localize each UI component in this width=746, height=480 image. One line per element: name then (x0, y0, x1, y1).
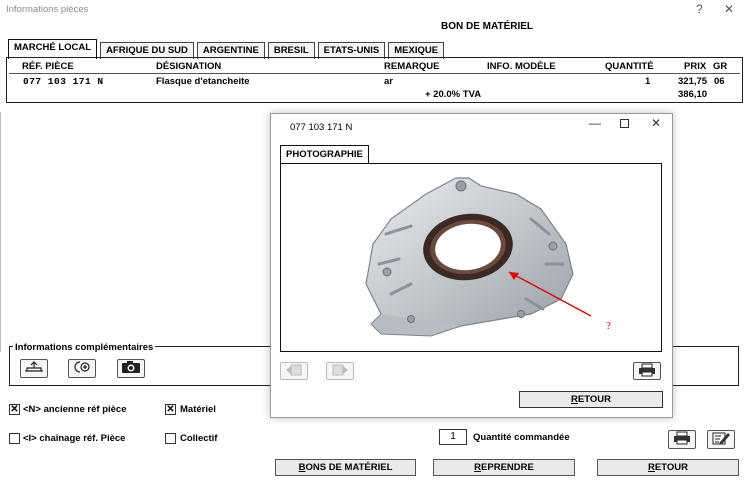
scale-button[interactable] (20, 359, 48, 378)
row-remarque: ar (384, 76, 393, 87)
close-button[interactable]: ✕ (724, 2, 734, 16)
col-designation-header: DÉSIGNATION (156, 61, 222, 72)
print-bon-button[interactable] (668, 430, 696, 449)
previous-photo-button[interactable] (280, 362, 308, 380)
annotation-question-mark: ? (606, 320, 611, 332)
ancienne-ref-label: <N> ancienne réf pièce (23, 404, 127, 415)
chainage-ref-checkbox[interactable] (9, 433, 20, 444)
print-photo-button[interactable] (633, 362, 661, 380)
left-divider (0, 112, 1, 352)
tva-total: 386,10 (678, 89, 708, 100)
materiel-label: Matériel (180, 404, 216, 415)
printer-icon (673, 431, 691, 448)
previous-page-icon (285, 364, 303, 379)
edit-note-icon (711, 431, 731, 448)
add-info-button[interactable] (68, 359, 96, 378)
market-tabs: MARCHÉ LOCAL AFRIQUE DU SUD ARGENTINE BR… (8, 39, 447, 59)
tva-label: + 20.0% TVA (425, 89, 482, 100)
col-quantite-header: QUANTITÉ (605, 61, 654, 72)
part-photo-frame: ? (280, 163, 662, 352)
add-circle-icon (71, 360, 93, 377)
info-comp-label: Informations complémentaires (13, 342, 156, 353)
bons-materiel-button[interactable]: BONS DE MATÉRIEL (275, 459, 416, 476)
window-title: Informations pièces (6, 4, 89, 15)
quantity-label: Quantité commandée (473, 432, 570, 443)
quantity-input[interactable]: 1 (439, 429, 467, 445)
minimize-icon[interactable]: — (589, 116, 601, 130)
scale-icon (23, 360, 45, 377)
retour-button[interactable]: RETOUR (597, 459, 739, 476)
row-gr: 06 (714, 76, 725, 87)
camera-icon (120, 360, 142, 377)
chainage-ref-label: <I> chaînage réf. Pièce (23, 433, 126, 444)
col-prix-header: PRIX (684, 61, 707, 72)
tab-photographie[interactable]: PHOTOGRAPHIE (280, 145, 369, 164)
dialog-retour-button[interactable]: RETOUR (519, 391, 663, 408)
row-prix: 321,75 (678, 76, 708, 87)
edit-bon-button[interactable] (707, 430, 735, 449)
parts-table: RÉF. PIÈCE DÉSIGNATION REMARQUE INFO. MO… (6, 57, 743, 103)
next-page-icon (331, 364, 349, 379)
next-photo-button[interactable] (326, 362, 354, 380)
col-remarque-header: REMARQUE (384, 61, 440, 72)
ancienne-ref-checkbox[interactable]: ✕ (9, 404, 20, 415)
row-designation: Flasque d'etancheite (156, 76, 250, 87)
col-gr-header: GR (713, 61, 728, 72)
materiel-checkbox[interactable]: ✕ (165, 404, 176, 415)
maximize-icon[interactable] (620, 119, 629, 128)
row-quantite: 1 (645, 76, 651, 87)
collectif-checkbox[interactable] (165, 433, 176, 444)
tab-marche-local[interactable]: MARCHÉ LOCAL (8, 39, 98, 59)
printer-icon (638, 363, 656, 380)
part-photo: ? (365, 177, 611, 337)
dialog-close-icon[interactable]: ✕ (651, 116, 661, 130)
dialog-title: 077 103 171 N (290, 122, 353, 133)
row-ref[interactable]: 077 103 171 N (23, 76, 104, 87)
col-ref-header: RÉF. PIÈCE (22, 61, 74, 72)
document-title: BON DE MATÉRIEL (441, 21, 534, 32)
reprendre-button[interactable]: REPRENDRE (433, 459, 575, 476)
help-button[interactable]: ? (696, 2, 703, 16)
collectif-label: Collectif (180, 433, 218, 444)
photo-button[interactable] (117, 359, 145, 378)
col-info-header: INFO. MODÈLE (487, 61, 556, 72)
photo-dialog: 077 103 171 N — ✕ PHOTOGRAPHIE ? RETOUR (270, 113, 673, 418)
header-divider (9, 73, 740, 74)
